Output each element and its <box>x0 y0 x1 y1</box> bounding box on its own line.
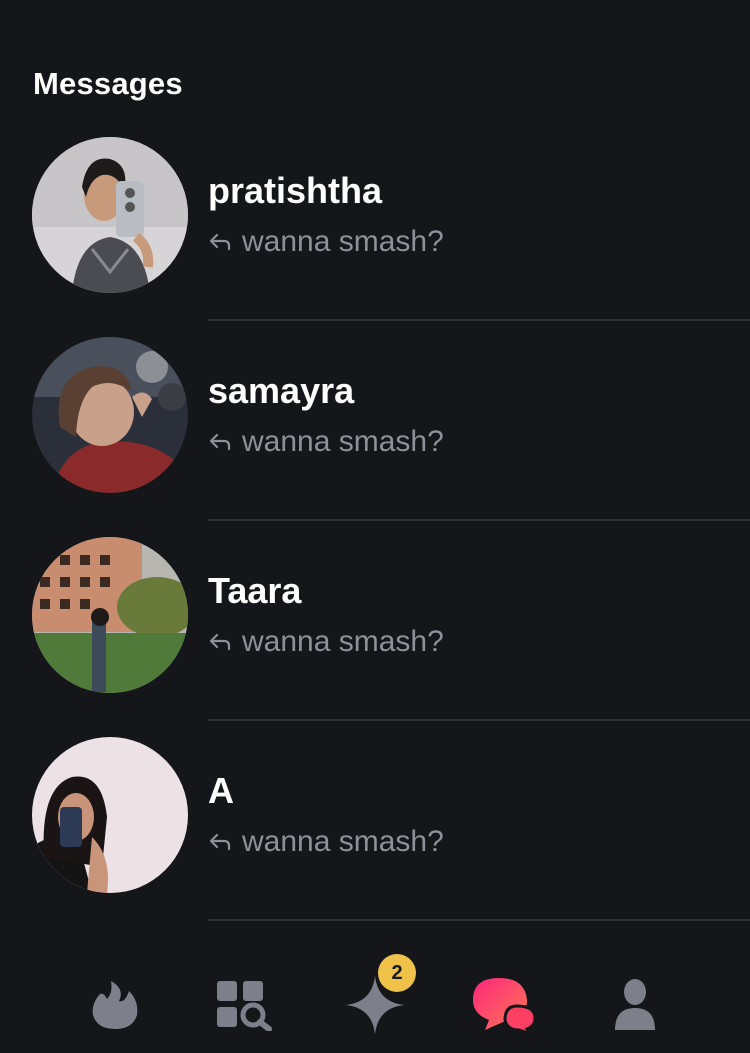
flame-icon <box>92 981 138 1029</box>
conversation-item[interactable]: samayra wanna smash? <box>0 336 750 536</box>
message-preview-text: wanna smash? <box>242 425 444 458</box>
nav-sparks-button[interactable]: 2 <box>340 954 416 1040</box>
conversation-name: samayra <box>208 370 355 411</box>
nav-explore-button[interactable] <box>209 970 279 1040</box>
avatar[interactable] <box>32 337 188 493</box>
reply-arrow-icon <box>209 633 231 651</box>
divider <box>208 319 750 321</box>
reply-arrow-icon <box>209 433 231 451</box>
page-title: Messages <box>33 66 183 101</box>
avatar[interactable] <box>32 737 188 893</box>
conversation-item[interactable]: A wanna smash? <box>0 736 750 936</box>
bottom-nav: 2 <box>0 950 750 1053</box>
nav-home-button[interactable] <box>80 970 150 1040</box>
message-preview: wanna smash? <box>208 425 444 459</box>
chat-bubbles-icon <box>473 978 537 1034</box>
divider <box>208 919 750 921</box>
message-preview: wanna smash? <box>208 625 444 659</box>
message-preview-text: wanna smash? <box>242 225 444 258</box>
message-preview-text: wanna smash? <box>242 825 444 858</box>
avatar[interactable] <box>32 137 188 293</box>
reply-arrow-icon <box>209 833 231 851</box>
notification-badge: 2 <box>378 954 416 992</box>
profile-icon <box>615 979 655 1030</box>
reply-arrow-icon <box>209 233 231 251</box>
explore-grid-icon <box>217 981 272 1031</box>
conversation-name: A <box>208 770 234 811</box>
conversation-name: Taara <box>208 570 302 611</box>
message-preview: wanna smash? <box>208 225 444 259</box>
message-preview-text: wanna smash? <box>242 625 444 658</box>
conversation-name: pratishtha <box>208 170 383 211</box>
nav-profile-button[interactable] <box>600 970 670 1040</box>
divider <box>208 719 750 721</box>
conversation-item[interactable]: pratishtha wanna smash? <box>0 136 750 336</box>
divider <box>208 519 750 521</box>
message-preview: wanna smash? <box>208 825 444 859</box>
nav-messages-button[interactable] <box>468 970 538 1040</box>
avatar[interactable] <box>32 537 188 693</box>
messages-list: pratishtha wanna smash? samayra wanna sm… <box>0 136 750 936</box>
conversation-item[interactable]: Taara wanna smash? <box>0 536 750 736</box>
